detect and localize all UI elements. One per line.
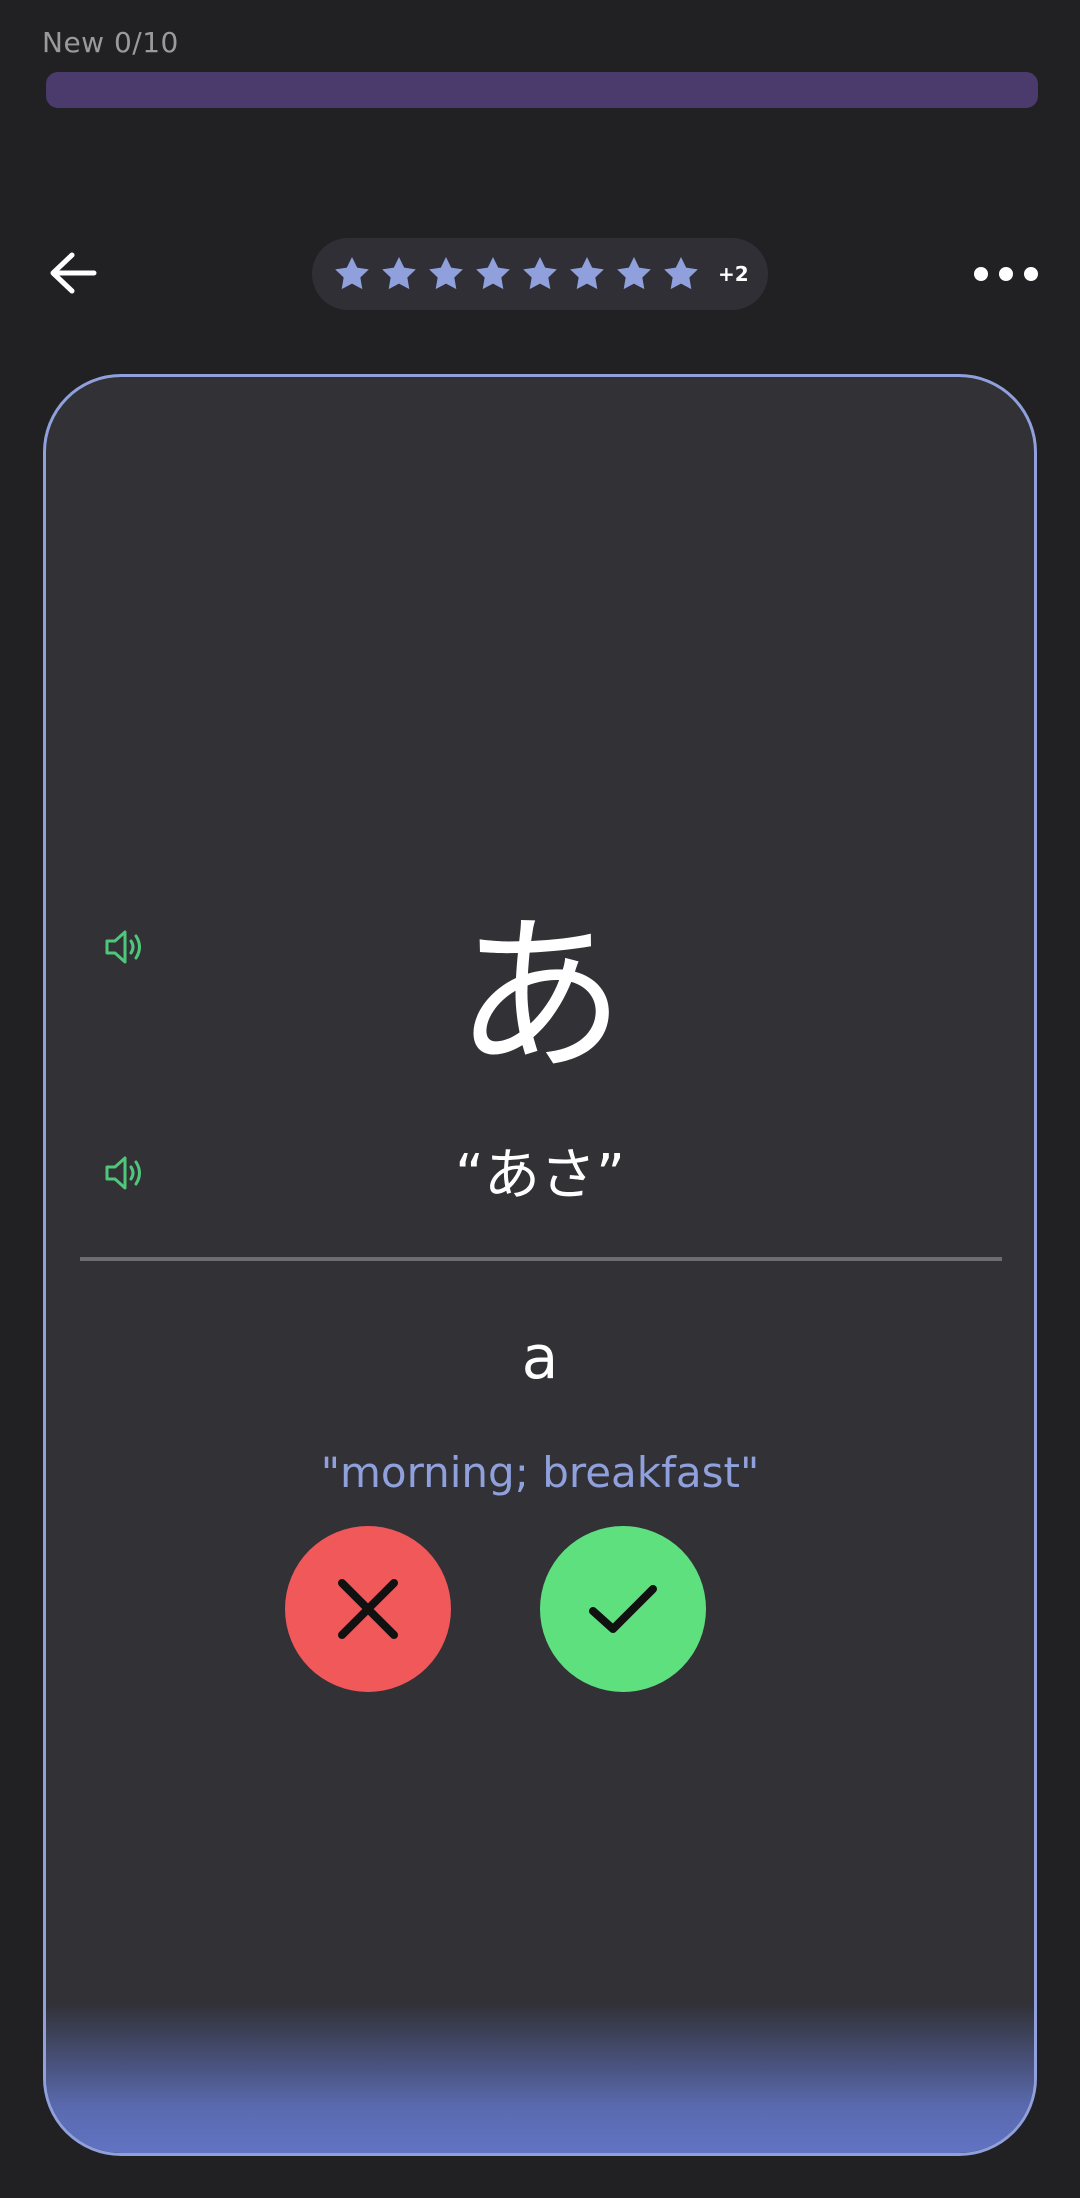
progress-bar bbox=[46, 72, 1038, 108]
more-horizontal-icon bbox=[974, 267, 988, 281]
more-dot bbox=[1024, 267, 1038, 281]
back-button[interactable] bbox=[44, 244, 102, 302]
progress-label: New 0/10 bbox=[42, 26, 179, 59]
stars-extra-count: +2 bbox=[718, 262, 749, 286]
wrong-answer-button[interactable] bbox=[285, 1526, 451, 1692]
star-icon bbox=[379, 254, 419, 294]
star-icon bbox=[473, 254, 513, 294]
star-icon bbox=[614, 254, 654, 294]
star-rating: +2 bbox=[312, 238, 768, 310]
check-icon bbox=[589, 1585, 657, 1633]
card-divider bbox=[80, 1257, 1002, 1261]
arrow-left-icon bbox=[50, 252, 97, 294]
kana-character: あ bbox=[454, 898, 625, 1096]
correct-answer-button[interactable] bbox=[540, 1526, 706, 1692]
example-word: “あさ” bbox=[454, 1143, 626, 1208]
card-footer-gradient bbox=[46, 2003, 1034, 2153]
star-icon bbox=[332, 254, 372, 294]
star-icon bbox=[426, 254, 466, 294]
flashcard: あ “あさ” a "morning; breakfast" bbox=[43, 374, 1037, 2156]
more-dot bbox=[999, 267, 1013, 281]
more-options-button[interactable] bbox=[974, 252, 1038, 296]
romaji-reading: a bbox=[521, 1323, 559, 1393]
star-icon bbox=[567, 254, 607, 294]
star-icon bbox=[520, 254, 560, 294]
star-icon bbox=[661, 254, 701, 294]
word-meaning: "morning; breakfast" bbox=[320, 1448, 760, 1497]
flashcard-screen: New 0/10 +2 あ “あさ” a "morning; breakfast… bbox=[0, 0, 1080, 2198]
close-icon bbox=[338, 1579, 398, 1639]
